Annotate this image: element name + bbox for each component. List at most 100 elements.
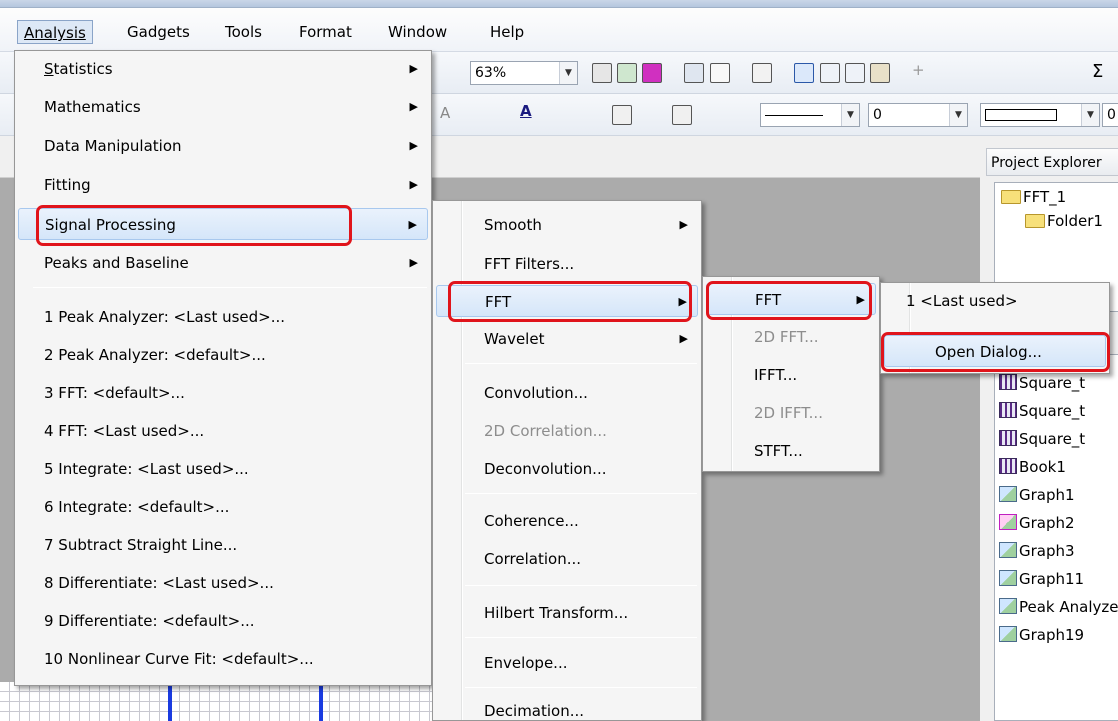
menu-item-mathematics[interactable]: Mathematics ▶ bbox=[18, 91, 428, 123]
list-item-label: Graph3 bbox=[1019, 542, 1075, 560]
menu-item-label: Coherence... bbox=[484, 512, 579, 530]
project-explorer-panel: Project Explorer FFT_1 Folder1 square_t … bbox=[980, 136, 1118, 721]
menu-item-hilbert-transform[interactable]: Hilbert Transform... bbox=[436, 597, 698, 629]
font-size-icon[interactable]: A bbox=[440, 104, 450, 122]
fill-color-icon[interactable] bbox=[612, 105, 632, 125]
chevron-down-icon[interactable]: ▼ bbox=[841, 104, 859, 126]
menu-item-label: 9 Differentiate: <default>... bbox=[44, 612, 255, 630]
menu-item-deconvolution[interactable]: Deconvolution... bbox=[436, 453, 698, 485]
menu-item-recent[interactable]: 5 Integrate: <Last used>... bbox=[18, 453, 428, 485]
border-width-combo[interactable]: 0 bbox=[1102, 103, 1118, 127]
menu-help[interactable]: Help bbox=[484, 20, 530, 44]
menu-item-decimation[interactable]: Decimation... bbox=[436, 695, 698, 721]
list-item[interactable]: Graph3 bbox=[999, 537, 1075, 565]
submenu-arrow-icon: ▶ bbox=[856, 293, 865, 306]
menu-tools[interactable]: Tools bbox=[219, 20, 268, 44]
title-strip bbox=[0, 0, 1118, 8]
chevron-down-icon[interactable]: ▼ bbox=[949, 104, 967, 126]
line-width-value: 0 bbox=[873, 107, 882, 123]
menu-bar: Analysis Gadgets Tools Format Window Hel… bbox=[0, 8, 1118, 52]
list-item[interactable]: Graph11 bbox=[999, 565, 1084, 593]
menu-separator bbox=[465, 637, 697, 638]
menu-item-label: 2 Peak Analyzer: <default>... bbox=[44, 346, 266, 364]
menu-item-fitting[interactable]: Fitting ▶ bbox=[18, 169, 428, 201]
notes-icon[interactable] bbox=[684, 63, 704, 83]
font-color-icon[interactable]: A bbox=[520, 102, 532, 120]
tree-item[interactable]: Folder1 bbox=[1025, 207, 1103, 235]
border-width-value: 0 bbox=[1107, 107, 1116, 123]
menu-gadgets[interactable]: Gadgets bbox=[121, 20, 196, 44]
list-item[interactable]: Square_t bbox=[999, 397, 1085, 425]
menu-item-envelope[interactable]: Envelope... bbox=[436, 647, 698, 679]
submenu-arrow-icon: ▶ bbox=[409, 139, 418, 152]
print-icon[interactable] bbox=[592, 63, 612, 83]
menu-item-recent[interactable]: 2 Peak Analyzer: <default>... bbox=[18, 339, 428, 371]
menu-item-recent[interactable]: 3 FFT: <default>... bbox=[18, 377, 428, 409]
menu-separator bbox=[465, 363, 697, 364]
menu-item-recent[interactable]: 6 Integrate: <default>... bbox=[18, 491, 428, 523]
border-combo[interactable]: ▼ bbox=[980, 103, 1100, 127]
menu-item-correlation[interactable]: Correlation... bbox=[436, 543, 698, 575]
results-icon[interactable] bbox=[820, 63, 840, 83]
zoom-combo[interactable]: 63% ▼ bbox=[470, 61, 578, 85]
menu-item-ifft[interactable]: IFFT... bbox=[706, 359, 876, 391]
menu-item-fft[interactable]: FFT ▶ bbox=[436, 285, 698, 317]
menu-analysis[interactable]: Analysis bbox=[17, 20, 93, 44]
menu-item-recent[interactable]: 10 Nonlinear Curve Fit: <default>... bbox=[18, 643, 428, 675]
menu-item-stft[interactable]: STFT... bbox=[706, 435, 876, 467]
menu-item-fft-filters[interactable]: FFT Filters... bbox=[436, 248, 698, 280]
menu-item-recent[interactable]: 1 Peak Analyzer: <Last used>... bbox=[18, 301, 428, 333]
menu-item-coherence[interactable]: Coherence... bbox=[436, 505, 698, 537]
code-builder-icon[interactable] bbox=[870, 63, 890, 83]
preview-icon[interactable] bbox=[617, 63, 637, 83]
graph-icon bbox=[999, 542, 1017, 558]
menu-item-smooth[interactable]: Smooth ▶ bbox=[436, 209, 698, 241]
tree-item-label: FFT_1 bbox=[1023, 188, 1067, 206]
submenu-arrow-icon: ▶ bbox=[408, 218, 417, 231]
menu-item-statistics[interactable]: Statistics ▶ bbox=[18, 53, 428, 85]
project-explorer-icon[interactable] bbox=[794, 63, 814, 83]
chevron-down-icon[interactable]: ▼ bbox=[559, 62, 577, 84]
list-item-label: Graph11 bbox=[1019, 570, 1085, 588]
list-item[interactable]: Graph1 bbox=[999, 481, 1075, 509]
fft-options-menu: 1 <Last used> Open Dialog... bbox=[880, 282, 1110, 374]
menu-item-label: 4 FFT: <Last used>... bbox=[44, 422, 205, 440]
menu-item-peaks-and-baseline[interactable]: Peaks and Baseline ▶ bbox=[18, 247, 428, 279]
list-item-label: Graph19 bbox=[1019, 626, 1085, 644]
hierarchy-icon[interactable] bbox=[752, 63, 772, 83]
menu-item-convolution[interactable]: Convolution... bbox=[436, 377, 698, 409]
layout-icon[interactable] bbox=[710, 63, 730, 83]
color-icon[interactable] bbox=[642, 63, 662, 83]
line-style-combo[interactable]: ▼ bbox=[760, 103, 860, 127]
menu-item-recent[interactable]: 8 Differentiate: <Last used>... bbox=[18, 567, 428, 599]
project-item-list: square_t Square_t Square_t Square_t Book… bbox=[994, 346, 1118, 721]
menu-item-recent[interactable]: 7 Subtract Straight Line... bbox=[18, 529, 428, 561]
line-color-icon[interactable] bbox=[672, 105, 692, 125]
menu-item-label: 2D Correlation... bbox=[484, 422, 607, 440]
menu-item-fft[interactable]: FFT ▶ bbox=[706, 283, 876, 315]
menu-item-open-dialog[interactable]: Open Dialog... bbox=[884, 335, 1106, 367]
add-column-icon[interactable]: + bbox=[912, 61, 925, 79]
list-item[interactable]: Square_t bbox=[999, 425, 1085, 453]
menu-item-recent[interactable]: 9 Differentiate: <default>... bbox=[18, 605, 428, 637]
menu-window[interactable]: Window bbox=[382, 20, 453, 44]
command-window-icon[interactable] bbox=[845, 63, 865, 83]
list-item[interactable]: Peak Analyzer bbox=[999, 593, 1118, 621]
menu-item-label: 2D FFT... bbox=[754, 328, 819, 346]
menu-item-wavelet[interactable]: Wavelet ▶ bbox=[436, 323, 698, 355]
line-width-combo[interactable]: 0 ▼ bbox=[868, 103, 968, 127]
list-item[interactable]: Graph19 bbox=[999, 621, 1084, 649]
menu-item-label: Deconvolution... bbox=[484, 460, 607, 478]
list-item[interactable]: Graph2 bbox=[999, 509, 1075, 537]
chevron-down-icon[interactable]: ▼ bbox=[1081, 104, 1099, 126]
sigma-icon[interactable]: Σ bbox=[1092, 61, 1103, 82]
menu-format[interactable]: Format bbox=[293, 20, 358, 44]
menu-item-recent[interactable]: 4 FFT: <Last used>... bbox=[18, 415, 428, 447]
menu-item-data-manipulation[interactable]: Data Manipulation ▶ bbox=[18, 130, 428, 162]
menu-item-label: 1 Peak Analyzer: <Last used>... bbox=[44, 308, 286, 326]
menu-item-label: 2D IFFT... bbox=[754, 404, 823, 422]
list-item-label: Peak Analyzer bbox=[1019, 598, 1118, 616]
list-item[interactable]: Book1 bbox=[999, 453, 1066, 481]
menu-item-signal-processing[interactable]: Signal Processing ▶ bbox=[18, 208, 428, 240]
menu-item-last-used[interactable]: 1 <Last used> bbox=[884, 285, 1106, 317]
